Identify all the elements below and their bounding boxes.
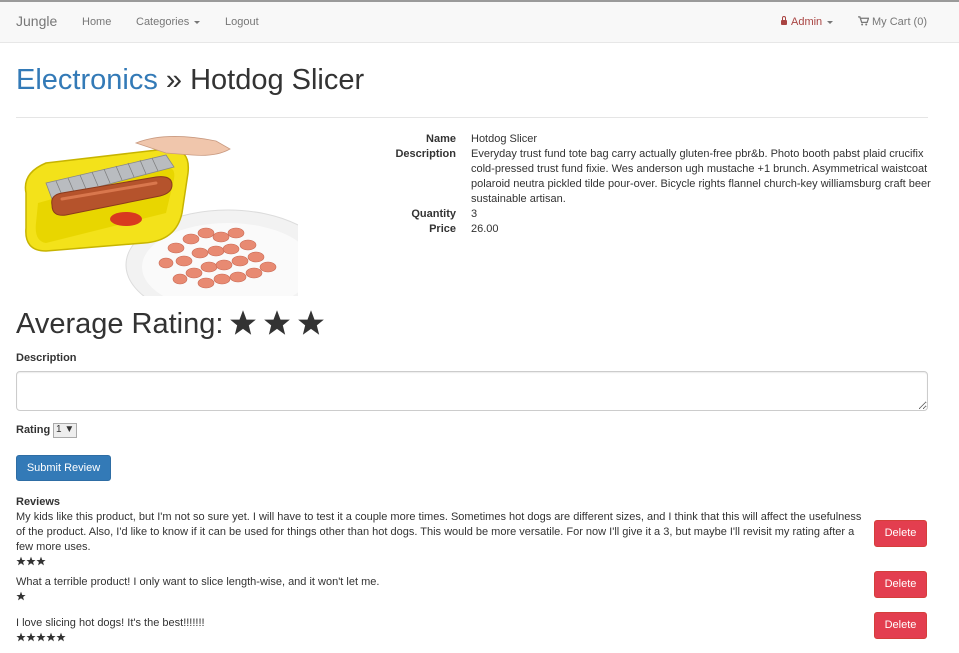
star-icon: [16, 591, 26, 601]
quantity-value: 3: [471, 208, 478, 220]
select-arrow-icon: ▼: [64, 424, 75, 435]
star-icon: [26, 632, 36, 642]
submit-review-button[interactable]: Submit Review: [16, 455, 111, 481]
price-value: 26.00: [471, 223, 499, 235]
description-value: Everyday trust fund tote bag carry actua…: [471, 148, 931, 205]
reviews-heading: Reviews: [16, 496, 61, 508]
review-stars: [16, 556, 864, 568]
shopping-cart-icon: [858, 16, 869, 26]
star-icon: [56, 632, 66, 642]
review-text: I love slicing hot dogs! It's the best!!…: [16, 617, 205, 629]
average-rating-stars: [223, 308, 325, 340]
price-label: Price: [429, 223, 456, 235]
caret-down-icon: [194, 20, 201, 24]
nav-cart[interactable]: My Cart (0): [858, 16, 927, 28]
category-link[interactable]: Electronics: [16, 64, 158, 96]
name-value: Hotdog Slicer: [471, 133, 538, 145]
product-title: Hotdog Slicer: [190, 64, 365, 96]
title-separator: »: [157, 64, 191, 96]
star-icon: [16, 632, 26, 642]
review-item: I love slicing hot dogs! It's the best!!…: [16, 616, 864, 644]
caret-down-icon: [827, 20, 834, 24]
divider: [16, 117, 928, 118]
delete-review-button[interactable]: Delete: [874, 612, 927, 639]
star-icon: [16, 556, 26, 566]
star-icon: [298, 310, 325, 335]
product-image: [16, 133, 298, 296]
nav-home[interactable]: Home: [82, 16, 111, 28]
star-icon: [36, 632, 46, 642]
nav-logout[interactable]: Logout: [225, 16, 259, 28]
review-description-label: Description: [16, 352, 77, 364]
page-title: Electronics » Hotdog Slicer: [16, 64, 364, 97]
quantity-label: Quantity: [411, 208, 456, 220]
description-label: Description: [395, 148, 456, 160]
star-icon: [36, 556, 46, 566]
delete-review-button[interactable]: Delete: [874, 520, 927, 547]
delete-review-button[interactable]: Delete: [874, 571, 927, 598]
star-icon: [230, 310, 257, 335]
review-description-input[interactable]: [16, 371, 928, 411]
star-icon: [264, 310, 291, 335]
review-item: What a terrible product! I only want to …: [16, 575, 864, 603]
hotdog-slicer-icon: [16, 133, 298, 296]
nav-admin-dropdown[interactable]: Admin: [781, 15, 834, 28]
average-rating-label: Average Rating:: [16, 308, 224, 340]
review-text: What a terrible product! I only want to …: [16, 576, 380, 588]
nav-admin-label: Admin: [791, 16, 823, 28]
star-icon: [26, 556, 36, 566]
rating-select[interactable]: 1 ▼: [53, 423, 78, 438]
review-stars: [16, 632, 864, 644]
rating-label: Rating: [16, 424, 51, 436]
nav-cart-label: My Cart (0): [872, 16, 927, 28]
star-icon: [46, 632, 56, 642]
navbar: Jungle Home Categories Logout Admin My C…: [0, 2, 959, 43]
nav-categories-dropdown[interactable]: Categories: [136, 16, 201, 28]
rating-select-value: 1: [56, 424, 62, 435]
average-rating: Average Rating:: [16, 308, 325, 341]
name-label: Name: [426, 133, 456, 145]
lock-icon: [781, 15, 787, 25]
brand-link[interactable]: Jungle: [16, 13, 57, 29]
review-item: My kids like this product, but I'm not s…: [16, 510, 864, 568]
review-text: My kids like this product, but I'm not s…: [16, 511, 862, 553]
review-stars: [16, 591, 864, 603]
nav-categories-label: Categories: [136, 16, 190, 28]
